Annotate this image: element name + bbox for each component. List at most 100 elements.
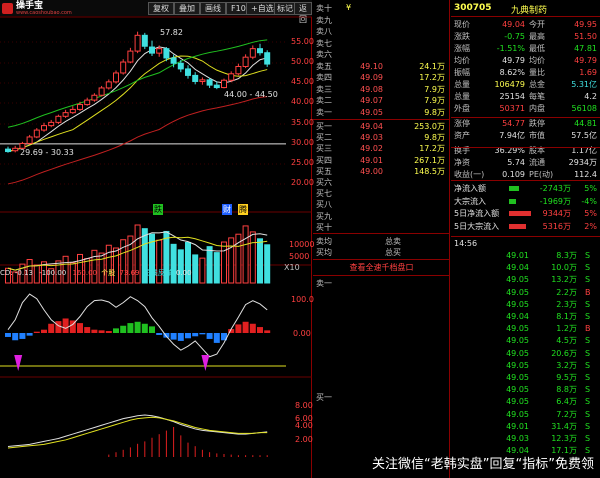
- fund-flow-row[interactable]: 5日净流入额 9344万 5%: [451, 208, 600, 219]
- tick-row: 49.05 2.2万 B: [451, 287, 600, 298]
- volume-bar: [177, 249, 184, 284]
- toolbar-back-button[interactable]: 返回: [294, 2, 312, 24]
- toolbar-overlay-button[interactable]: 叠加: [174, 2, 200, 15]
- volume-bar: [228, 237, 235, 284]
- high-price-label: 57.82: [160, 28, 183, 37]
- macd-histogram-bar: [62, 318, 69, 333]
- tick-row: 49.04 10.0万 S: [451, 262, 600, 273]
- buy-level-row[interactable]: 买八: [313, 199, 450, 210]
- fund-flow-row[interactable]: 净流入额 -2743万 5%: [451, 183, 600, 194]
- quote-label: 现价: [454, 20, 470, 29]
- quote-label: 总量: [454, 80, 470, 89]
- quote-value: 49.79: [502, 56, 525, 65]
- sell-level-row[interactable]: 卖四 49.09 17.2万: [313, 72, 450, 83]
- quote-value: 4.2: [584, 92, 597, 101]
- macd-histogram-bar: [33, 331, 40, 333]
- quote-panel: 300705 九典制药 现价 49.04 今开 49.95 涨跌 -0.75 最高 51.50…: [451, 0, 600, 478]
- sell-level-row[interactable]: 卖七: [313, 38, 450, 49]
- tick-volume: 2.3万: [556, 299, 577, 309]
- view-full-depth-link[interactable]: 查看全速千档盘口: [313, 262, 450, 273]
- sell-level-row[interactable]: 卖一 49.05 9.8万: [313, 107, 450, 118]
- ticks-time: 14:56: [454, 239, 478, 248]
- tick-volume: 8.8万: [556, 385, 577, 395]
- fund-flow-label: 净流入额: [454, 184, 486, 193]
- toolbar-draw-line-button[interactable]: 画线: [200, 2, 226, 15]
- tick-direction: S: [585, 336, 591, 346]
- tick-volume: 9.5万: [556, 373, 577, 382]
- macd-histogram-bar: [84, 327, 91, 333]
- macd-value: CD: -0.13: [0, 269, 33, 277]
- quote-label: 均价: [529, 56, 545, 65]
- sell-level-row[interactable]: 卖五 49.10 24.1万: [313, 61, 450, 72]
- buy-level-row[interactable]: 买四 49.01 267.1万: [313, 155, 450, 166]
- tick-row: 49.05 1.2万 B: [451, 323, 600, 334]
- buy-level-row[interactable]: 买五 49.00 148.5万: [313, 166, 450, 177]
- quote-value: 112.4: [574, 170, 597, 179]
- event-marker-fall[interactable]: 跌: [153, 204, 163, 215]
- sell-level-volume: 7.9万: [424, 84, 445, 94]
- buy-level-label: 买四: [316, 155, 332, 165]
- fund-flow-row[interactable]: 5日大宗流入 5316万 2%: [451, 221, 600, 232]
- candle-body: [257, 48, 263, 54]
- tick-price: 49.05: [506, 336, 529, 346]
- candle-body: [163, 48, 170, 59]
- sell-level-row[interactable]: 卖十: [313, 3, 450, 14]
- sell-level-row[interactable]: 卖三 49.08 7.9万: [313, 84, 450, 95]
- macd-histogram-bar: [77, 323, 83, 333]
- buy-level-row[interactable]: 买三 49.02 17.2万: [313, 143, 450, 154]
- quote-value: 5.74: [507, 158, 525, 167]
- buy-level-row[interactable]: 买一 49.04 253.0万: [313, 121, 450, 132]
- tick-row: 49.05 13.2万 S: [451, 274, 600, 285]
- sell-level-row[interactable]: 卖六: [313, 49, 450, 60]
- buy-level-row[interactable]: 买七: [313, 188, 450, 199]
- price-axis-label: 45.00: [291, 77, 314, 86]
- candle-body: [26, 136, 33, 144]
- buy-level-volume: 148.5万: [414, 166, 445, 176]
- tick-price: 49.05: [506, 324, 529, 334]
- buy-level-volume: 17.2万: [419, 144, 445, 154]
- sell-level-row[interactable]: 卖八: [313, 26, 450, 37]
- sell-level-label: 卖七: [316, 38, 332, 48]
- kline-chart[interactable]: [0, 17, 312, 478]
- quote-value: 44.81: [574, 119, 597, 128]
- fund-flow-label: 大宗流入: [454, 196, 486, 206]
- macd-histogram-bar: [48, 323, 55, 333]
- kdj-axis-label: 2.00: [295, 435, 313, 444]
- volume-bar: [221, 241, 227, 284]
- toolbar-fuquan-button[interactable]: 复权: [148, 2, 174, 15]
- event-marker-tengxun[interactable]: 腾: [238, 204, 248, 215]
- chart-area[interactable]: 55.00 50.00 45.00 40.00 35.00 30.00 25.0…: [0, 17, 314, 478]
- event-marker-finance[interactable]: 财: [222, 204, 232, 215]
- fund-flow-bar: [509, 211, 532, 216]
- depth-buy-one: 买一: [316, 393, 332, 402]
- quote-row: 总量 25154 每笔 4.2: [451, 91, 600, 102]
- sell-level-price: 49.05: [360, 107, 383, 117]
- candle-body: [249, 48, 256, 58]
- macd-stock-label: 个股: [101, 269, 116, 277]
- tick-price: 49.05: [506, 275, 529, 285]
- tick-direction: S: [585, 434, 591, 443]
- quote-label: 每笔: [529, 92, 545, 101]
- fund-flow-row[interactable]: 大宗流入 -1969万 -4%: [451, 196, 600, 207]
- buy-level-row[interactable]: 买九: [313, 211, 450, 222]
- tick-row: 49.05 8.8万 S: [451, 384, 600, 395]
- quote-value: 57.5亿: [571, 131, 597, 140]
- sell-level-row[interactable]: 卖二 49.07 7.9万: [313, 95, 450, 106]
- tick-row: 49.05 20.6万 S: [451, 348, 600, 359]
- buy-level-price: 49.04: [360, 122, 383, 131]
- volume-bar: [242, 225, 249, 284]
- buy-level-row[interactable]: 买六: [313, 177, 450, 188]
- quote-value: 25154: [499, 92, 525, 101]
- macd-histogram-bar: [26, 333, 33, 336]
- tick-price: 49.04: [506, 312, 529, 321]
- buy-level-row[interactable]: 买十: [313, 222, 450, 233]
- fund-flow-value: -1969万: [539, 196, 571, 206]
- tick-direction: S: [585, 263, 591, 273]
- toolbar-mark-button[interactable]: 标记: [274, 2, 296, 15]
- watermark-caption: 关注微信“老韩实盘”回复“指标”免费领: [372, 457, 594, 472]
- toolbar: 操手宝 www.caoshoubao.com 复权 叠加 画线 F10 +自选 …: [0, 0, 312, 24]
- sell-level-row[interactable]: 卖九: [313, 15, 450, 26]
- buy-level-row[interactable]: 买二 49.03 9.8万: [313, 132, 450, 143]
- price-axis-label: 30.00: [291, 138, 314, 147]
- macd-histogram-bar: [141, 323, 148, 333]
